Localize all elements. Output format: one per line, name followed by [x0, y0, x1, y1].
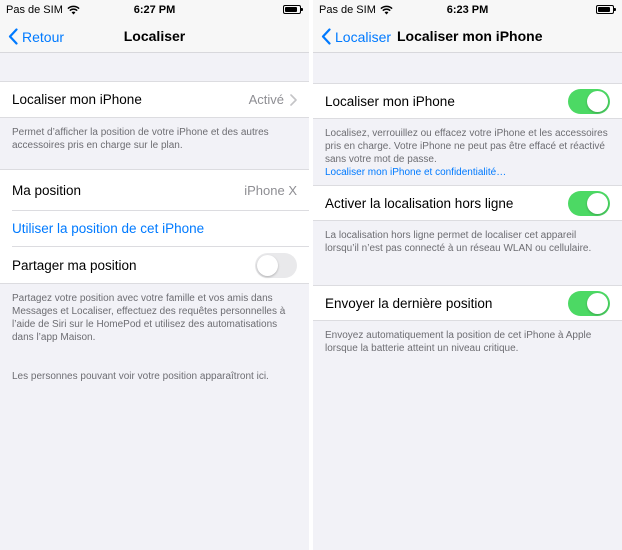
privacy-link[interactable]: Localiser mon iPhone et confidentialité…: [325, 167, 506, 178]
find-my-footer: Permet d’afficher la position de votre i…: [12, 127, 269, 151]
send-last-location-footer: Envoyez automatiquement la position de c…: [325, 330, 592, 354]
offline-finding-footer: La localisation hors ligne permet de loc…: [325, 230, 592, 254]
status-time: 6:27 PM: [133, 4, 176, 16]
chevron-right-icon: [290, 93, 297, 106]
use-this-iphone-link[interactable]: Utiliser la position de cet iPhone: [12, 221, 297, 236]
page-title: Localiser: [123, 28, 186, 44]
find-my-iphone-row[interactable]: Localiser mon iPhone Activé: [0, 82, 309, 117]
share-position-toggle[interactable]: [255, 252, 297, 278]
left-screen: Pas de SIM 6:27 PM Retour Localiser Loca…: [0, 0, 309, 550]
send-last-location-group: Envoyer la dernière position: [313, 285, 622, 321]
right-screen: Pas de SIM 6:23 PM Localiser Localiser m…: [313, 0, 622, 550]
navigation-bar: Localiser Localiser mon iPhone: [313, 20, 622, 53]
send-last-location-label: Envoyer la dernière position: [325, 295, 493, 311]
offline-finding-row: Activer la localisation hors ligne: [313, 186, 622, 220]
share-position-footer: Partagez votre position avec votre famil…: [12, 293, 286, 343]
navigation-bar: Retour Localiser: [0, 20, 309, 53]
viewers-footer: Les personnes pouvant voir votre positio…: [12, 371, 269, 382]
find-my-group: Localiser mon iPhone Activé: [0, 81, 309, 118]
chevron-left-icon: [321, 28, 331, 45]
find-my-iphone-row: Localiser mon iPhone: [313, 84, 622, 118]
offline-finding-label: Activer la localisation hors ligne: [325, 195, 514, 211]
my-position-label: Ma position: [12, 182, 82, 198]
back-button-label: Localiser: [335, 28, 392, 45]
status-bar: Pas de SIM 6:23 PM: [313, 0, 622, 20]
status-bar: Pas de SIM 6:27 PM: [0, 0, 309, 20]
find-my-iphone-status: Activé: [248, 92, 284, 107]
use-this-iphone-row[interactable]: Utiliser la position de cet iPhone: [12, 210, 309, 246]
share-position-label: Partager ma position: [12, 257, 137, 273]
battery-icon: [283, 5, 303, 14]
my-position-row[interactable]: Ma position iPhone X: [0, 170, 309, 210]
offline-finding-group: Activer la localisation hors ligne: [313, 185, 622, 221]
status-time: 6:23 PM: [446, 4, 489, 16]
find-my-iphone-label: Localiser mon iPhone: [325, 93, 455, 109]
offline-finding-toggle[interactable]: [568, 190, 610, 216]
send-last-location-row: Envoyer la dernière position: [313, 286, 622, 320]
find-my-iphone-toggle[interactable]: [568, 88, 610, 114]
back-button[interactable]: Localiser: [321, 28, 391, 45]
share-position-row: Partager ma position: [12, 246, 309, 283]
page-title: Localiser mon iPhone: [397, 28, 543, 44]
find-my-iphone-footer: Localisez, verrouillez ou effacez votre …: [313, 119, 622, 185]
screenshot: Pas de SIM 6:27 PM Retour Localiser Loca…: [0, 0, 622, 550]
send-last-location-toggle[interactable]: [568, 290, 610, 316]
my-position-value: iPhone X: [244, 182, 297, 198]
position-group: Ma position iPhone X Utiliser la positio…: [0, 169, 309, 284]
find-my-iphone-group: Localiser mon iPhone: [313, 83, 622, 119]
find-my-iphone-description: Localisez, verrouillez ou effacez votre …: [325, 128, 608, 165]
battery-icon: [596, 5, 616, 14]
find-my-iphone-label: Localiser mon iPhone: [12, 92, 142, 107]
